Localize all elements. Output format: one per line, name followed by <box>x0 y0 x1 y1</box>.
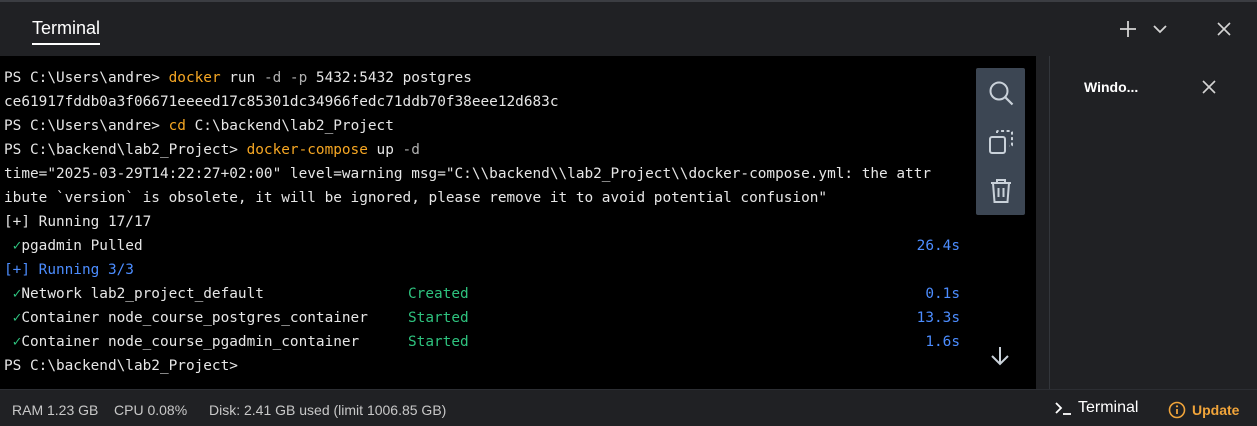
info-icon <box>1168 401 1186 419</box>
terminal-line: PS C:\backend\lab2_Project> docker-compo… <box>4 138 960 162</box>
terminal-line: ✓Container node_course_pgadmin_container… <box>4 330 960 354</box>
terminal-line: PS C:\Users\andre> cd C:\backend\lab2_Pr… <box>4 114 960 138</box>
terminal-line: ce61917fddb0a3f06671eeeed17c85301dc34966… <box>4 90 960 114</box>
task-status: Created <box>408 286 469 302</box>
terminal-text: cd <box>168 118 186 134</box>
terminal-text: Network lab2_project_default <box>21 286 264 302</box>
terminal-line: [+] Running 17/17 <box>4 210 960 234</box>
terminal-line: PS C:\Users\andre> docker run -d -p 5432… <box>4 66 960 90</box>
terminal-line: [+] Running 3/3 <box>4 258 960 282</box>
cpu-usage: CPU 0.08% <box>114 402 188 418</box>
status-bar: RAM 1.23 GB CPU 0.08% Disk: 2.41 GB used… <box>0 389 1257 426</box>
terminal-text: PS C:\backend\lab2_Project> <box>4 358 238 374</box>
task-duration: 26.4s <box>916 238 960 254</box>
task-status: Started <box>408 334 469 350</box>
terminal-text: [+] Running 3/3 <box>4 262 134 278</box>
tab-terminal[interactable]: Terminal <box>32 18 101 45</box>
terminal-text: up <box>367 142 403 158</box>
panel-header: Terminal <box>0 0 1257 56</box>
terminal-text: ibute `version` is obsolete, it will be … <box>4 190 828 206</box>
close-icon[interactable] <box>1198 76 1220 98</box>
docker-desktop-terminal: Terminal PS C:\Users\andre> docker run -… <box>0 0 1257 426</box>
terminal-line: time="2025-03-29T14:22:27+02:00" level=w… <box>4 162 960 186</box>
copy-icon[interactable] <box>976 117 1025 166</box>
check-icon: ✓ <box>4 310 22 326</box>
terminal-text: docker <box>168 70 221 86</box>
close-icon[interactable] <box>1211 16 1237 42</box>
terminal-output[interactable]: PS C:\Users\andre> docker run -d -p 5432… <box>0 56 1036 389</box>
terminal-button[interactable]: Terminal <box>1054 399 1138 417</box>
chevron-down-icon[interactable] <box>1147 16 1173 42</box>
terminal-text: PS C:\Users\andre> <box>4 118 169 134</box>
terminal-text: Container node_course_postgres_container <box>21 310 368 326</box>
terminal-text: run <box>220 70 264 86</box>
ram-usage: RAM 1.23 GB <box>12 402 99 418</box>
arrow-down-icon[interactable] <box>986 342 1014 370</box>
check-icon: ✓ <box>4 334 22 350</box>
terminal-text: [+] Running 17/17 <box>4 214 152 230</box>
task-duration: 0.1s <box>925 286 960 302</box>
update-button-label: Update <box>1192 402 1240 418</box>
terminal-lines: PS C:\Users\andre> docker run -d -p 5432… <box>4 66 960 378</box>
terminal-line: ✓Container node_course_postgres_containe… <box>4 306 960 330</box>
search-icon[interactable] <box>976 68 1025 117</box>
terminal-text: pgadmin Pulled <box>21 238 143 254</box>
terminal-text: docker-compose <box>246 142 368 158</box>
terminal-text: time="2025-03-29T14:22:27+02:00" level=w… <box>4 166 932 182</box>
trash-icon[interactable] <box>976 166 1025 215</box>
disk-usage: Disk: 2.41 GB used (limit 1006.85 GB) <box>209 402 447 418</box>
terminal-text: -d <box>402 142 420 158</box>
terminal-text: PS C:\Users\andre> <box>4 70 169 86</box>
terminal-text: Container node_course_pgadmin_container <box>21 334 360 350</box>
check-icon: ✓ <box>4 238 22 254</box>
terminal-line: ibute `version` is obsolete, it will be … <box>4 186 960 210</box>
terminal-text: PS C:\backend\lab2_Project> <box>4 142 247 158</box>
task-duration: 1.6s <box>925 334 960 350</box>
terminal-text: ce61917fddb0a3f06671eeeed17c85301dc34966… <box>4 94 559 110</box>
terminal-text: -d -p <box>263 70 308 86</box>
check-icon: ✓ <box>4 286 22 302</box>
terminal-text: C:\backend\lab2_Project <box>185 118 394 134</box>
plus-icon[interactable] <box>1115 16 1141 42</box>
terminal-line: ✓pgadmin Pulled 26.4s <box>4 234 960 258</box>
terminal-button-label: Terminal <box>1078 399 1139 416</box>
terminal-toolbar <box>976 68 1025 215</box>
terminal-line: PS C:\backend\lab2_Project> <box>4 354 960 378</box>
update-button[interactable]: Update <box>1168 401 1239 419</box>
side-panel: Windo... <box>1049 56 1257 389</box>
task-status: Started <box>408 310 469 326</box>
terminal-line: ✓Network lab2_project_default Created 0.1s <box>4 282 960 306</box>
task-duration: 13.3s <box>916 310 960 326</box>
terminal-text: 5432:5432 postgres <box>307 70 472 86</box>
terminal-prompt-icon <box>1055 402 1071 415</box>
side-panel-title[interactable]: Windo... <box>1084 79 1138 95</box>
